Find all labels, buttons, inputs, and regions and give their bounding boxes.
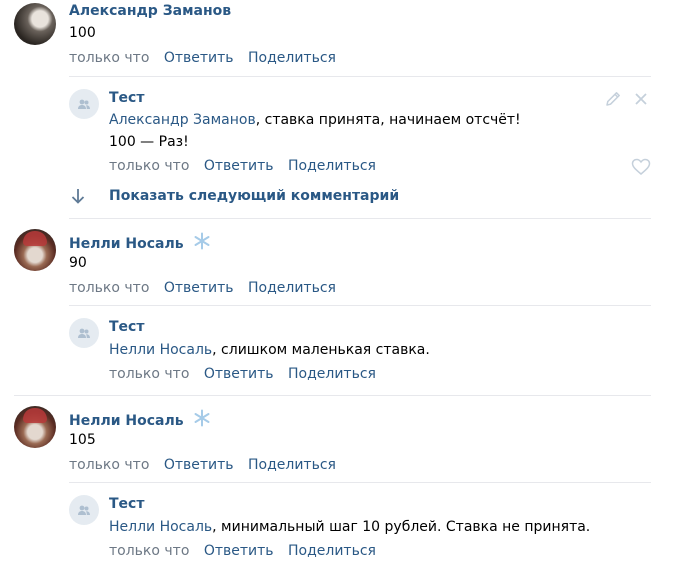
reply-meta: только что Ответить Поделиться — [109, 158, 376, 174]
mention-link[interactable]: Нелли Носаль — [109, 519, 212, 535]
separator — [69, 482, 651, 483]
share-button[interactable]: Поделиться — [288, 366, 376, 382]
group-avatar[interactable] — [69, 89, 99, 119]
avatar[interactable] — [14, 229, 56, 271]
group-icon — [78, 505, 90, 515]
comment-text: 100 — [69, 25, 96, 41]
separator — [14, 395, 651, 396]
reply-text: Нелли Носаль, минимальный шаг 10 рублей.… — [109, 519, 590, 535]
reply-meta: только что Ответить Поделиться — [109, 543, 376, 559]
comment-meta: только что Ответить Поделиться — [69, 457, 336, 473]
reply-time[interactable]: только что — [109, 366, 189, 382]
mention-link[interactable]: Александр Заманов — [109, 112, 256, 128]
share-button[interactable]: Поделиться — [248, 457, 336, 473]
separator — [69, 218, 651, 219]
share-button[interactable]: Поделиться — [288, 158, 376, 174]
share-button[interactable]: Поделиться — [248, 280, 336, 296]
show-next-comment-button[interactable]: Показать следующий комментарий — [109, 188, 399, 204]
reply-button[interactable]: Ответить — [204, 543, 274, 559]
reply-text-body: , слишком маленькая ставка. — [212, 342, 430, 358]
comment-author: Нелли Носаль — [69, 409, 211, 429]
reply-text-line2: 100 — Раз! — [109, 134, 189, 150]
pencil-icon[interactable] — [604, 90, 622, 108]
reply-button[interactable]: Ответить — [164, 280, 234, 296]
reply-text-body: , минимальный шаг 10 рублей. Ставка не п… — [212, 519, 591, 535]
comment-author[interactable]: Александр Заманов — [69, 3, 231, 19]
reply-button[interactable]: Ответить — [164, 457, 234, 473]
reply-text: Александр Заманов, ставка принята, начин… — [109, 112, 521, 128]
reply-author[interactable]: Тест — [109, 319, 144, 335]
reply-text: Нелли Носаль, слишком маленькая ставка. — [109, 342, 430, 358]
group-icon — [78, 328, 90, 338]
share-button[interactable]: Поделиться — [288, 543, 376, 559]
reply-time[interactable]: только что — [109, 158, 189, 174]
group-avatar[interactable] — [69, 495, 99, 525]
separator — [69, 76, 651, 77]
comment-time[interactable]: только что — [69, 457, 149, 473]
group-avatar[interactable] — [69, 318, 99, 348]
reply-text-body: , ставка принята, начинаем отсчёт! — [255, 112, 521, 128]
arrow-down-icon[interactable] — [70, 187, 86, 205]
comment-text: 105 — [69, 432, 96, 448]
comment-author: Нелли Носаль — [69, 232, 211, 252]
author-name[interactable]: Нелли Носаль — [69, 413, 184, 429]
share-button[interactable]: Поделиться — [248, 50, 336, 66]
avatar[interactable] — [14, 406, 56, 448]
group-icon — [78, 99, 90, 109]
comment-text: 90 — [69, 255, 87, 271]
heart-icon[interactable] — [631, 158, 651, 176]
snowflake-icon — [194, 409, 210, 427]
comment-meta: только что Ответить Поделиться — [69, 50, 336, 66]
separator — [69, 305, 651, 306]
snowflake-icon — [194, 232, 210, 250]
comment-time[interactable]: только что — [69, 280, 149, 296]
reply-time[interactable]: только что — [109, 543, 189, 559]
comment-time[interactable]: только что — [69, 50, 149, 66]
mention-link[interactable]: Нелли Носаль — [109, 342, 212, 358]
reply-meta: только что Ответить Поделиться — [109, 366, 376, 382]
reply-author[interactable]: Тест — [109, 496, 144, 512]
comment-meta: только что Ответить Поделиться — [69, 280, 336, 296]
author-name[interactable]: Нелли Носаль — [69, 236, 184, 252]
reply-button[interactable]: Ответить — [204, 158, 274, 174]
reply-button[interactable]: Ответить — [204, 366, 274, 382]
avatar[interactable] — [14, 3, 56, 45]
reply-author[interactable]: Тест — [109, 90, 144, 106]
close-icon[interactable] — [633, 91, 649, 107]
reply-button[interactable]: Ответить — [164, 50, 234, 66]
